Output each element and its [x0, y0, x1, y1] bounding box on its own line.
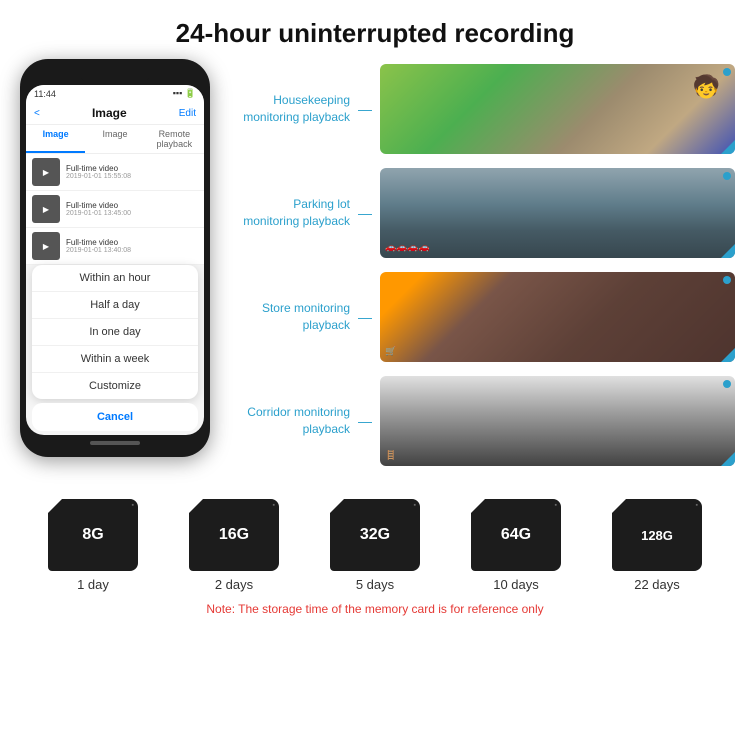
arrow-corridor: — [358, 413, 372, 429]
scenario-corridor: Corridor monitoring playback — 🪜 [230, 371, 735, 471]
signal-icons: ▪▪▪ 🔋 [173, 88, 196, 99]
sd-size-128g: 128G [641, 528, 673, 543]
video-info-2: Full-time video 2019-01-01 13:45:00 [66, 201, 131, 217]
screen-tabs: Image Image Remote playback [26, 125, 204, 154]
scenario-image-store: 🛒 [380, 272, 735, 362]
sd-card-shape-16g: 16G ▪ [189, 499, 279, 571]
sd-days-128g: 22 days [634, 577, 680, 592]
phone-screen: 11:44 ▪▪▪ 🔋 < Image Edit Image Image Rem… [26, 85, 204, 435]
video-label-1: Full-time video [66, 164, 131, 173]
sd-card-shape-8g: 8G ▪ [48, 499, 138, 571]
scenario-housekeeping: Housekeeping monitoring playback — 🧒 [230, 59, 735, 159]
sd-size-64g: 64G [501, 526, 531, 544]
filter-within-week[interactable]: Within a week [32, 346, 198, 373]
back-button[interactable]: < [34, 108, 40, 119]
video-item-1[interactable]: ▶ Full-time video 2019-01-01 15:55:08 [26, 154, 204, 191]
cyan-accent-4 [723, 380, 731, 388]
phone-mockup: 11:44 ▪▪▪ 🔋 < Image Edit Image Image Rem… [10, 59, 220, 489]
page-title: 24-hour uninterrupted recording [20, 18, 730, 49]
filter-half-day[interactable]: Half a day [32, 292, 198, 319]
sd-card-shape-32g: 32G ▪ [330, 499, 420, 571]
video-thumb-3: ▶ [32, 232, 60, 260]
cyan-corner-1 [721, 140, 735, 154]
scenario-store: Store monitoring playback — 🛒 [230, 267, 735, 367]
cyan-accent-3 [723, 276, 731, 284]
sd-days-16g: 2 days [215, 577, 253, 592]
video-info-3: Full-time video 2019-01-01 13:40:08 [66, 238, 131, 254]
sd-size-16g: 16G [219, 526, 249, 544]
page-header: 24-hour uninterrupted recording [0, 0, 750, 59]
cyan-corner-4 [721, 452, 735, 466]
scenario-image-parking: 🚗🚗🚗🚗 [380, 168, 735, 258]
arrow-store: — [358, 309, 372, 325]
sd-card-shape-128g: 128G ▪ [612, 499, 702, 571]
sd-size-8g: 8G [82, 526, 103, 544]
storage-note: Note: The storage time of the memory car… [15, 602, 735, 616]
video-thumb-1: ▶ [32, 158, 60, 186]
sd-card-128g: 128G ▪ 22 days [612, 499, 702, 592]
sd-card-16g: 16G ▪ 2 days [189, 499, 279, 592]
sd-card-64g: 64G ▪ 10 days [471, 499, 561, 592]
sd-days-64g: 10 days [493, 577, 539, 592]
sd-cards-row: 8G ▪ 1 day 16G ▪ 2 days 32G ▪ 5 days 64G [15, 499, 735, 592]
sd-card-32g: 32G ▪ 5 days [330, 499, 420, 592]
scenario-image-corridor: 🪜 [380, 376, 735, 466]
video-item-3[interactable]: ▶ Full-time video 2019-01-01 13:40:08 [26, 228, 204, 265]
tab-image2[interactable]: Image [85, 125, 144, 153]
video-item-2[interactable]: ▶ Full-time video 2019-01-01 13:45:00 [26, 191, 204, 228]
filter-cancel[interactable]: Cancel [32, 403, 198, 431]
middle-section: 11:44 ▪▪▪ 🔋 < Image Edit Image Image Rem… [0, 59, 750, 489]
sd-size-32g: 32G [360, 526, 390, 544]
scenario-panel: Housekeeping monitoring playback — 🧒 Par… [220, 59, 740, 489]
video-time-2: 2019-01-01 13:45:00 [66, 210, 131, 217]
cyan-corner-2 [721, 244, 735, 258]
cyan-accent-1 [723, 68, 731, 76]
tab-image[interactable]: Image [26, 125, 85, 153]
scenario-image-housekeeping: 🧒 [380, 64, 735, 154]
video-thumb-2: ▶ [32, 195, 60, 223]
arrow-housekeeping: — [358, 101, 372, 117]
filter-one-day[interactable]: In one day [32, 319, 198, 346]
filter-customize[interactable]: Customize [32, 373, 198, 399]
sd-days-8g: 1 day [77, 577, 109, 592]
scenario-label-parking: Parking lot monitoring playback [230, 196, 350, 230]
scenario-label-corridor: Corridor monitoring playback [230, 404, 350, 438]
sd-card-shape-64g: 64G ▪ [471, 499, 561, 571]
video-label-3: Full-time video [66, 238, 131, 247]
video-label-2: Full-time video [66, 201, 131, 210]
phone-body: 11:44 ▪▪▪ 🔋 < Image Edit Image Image Rem… [20, 59, 210, 457]
phone-home-bar [90, 441, 140, 445]
sd-card-8g: 8G ▪ 1 day [48, 499, 138, 592]
scenario-parking: Parking lot monitoring playback — 🚗🚗🚗🚗 [230, 163, 735, 263]
bottom-section: 8G ▪ 1 day 16G ▪ 2 days 32G ▪ 5 days 64G [0, 489, 750, 616]
video-time-3: 2019-01-01 13:40:08 [66, 247, 131, 254]
tab-remote-playback[interactable]: Remote playback [145, 125, 204, 153]
edit-button[interactable]: Edit [179, 108, 196, 119]
screen-title: Image [92, 106, 127, 120]
phone-notch [80, 69, 150, 83]
video-time-1: 2019-01-01 15:55:08 [66, 173, 131, 180]
screen-topbar: < Image Edit [26, 102, 204, 125]
video-info-1: Full-time video 2019-01-01 15:55:08 [66, 164, 131, 180]
time-filter-dropdown: Within an hour Half a day In one day Wit… [32, 265, 198, 399]
filter-within-hour[interactable]: Within an hour [32, 265, 198, 292]
scenario-label-store: Store monitoring playback [230, 300, 350, 334]
scenario-label-housekeeping: Housekeeping monitoring playback [230, 92, 350, 126]
status-bar: 11:44 ▪▪▪ 🔋 [26, 85, 204, 102]
arrow-parking: — [358, 205, 372, 221]
time-display: 11:44 [34, 89, 56, 99]
sd-days-32g: 5 days [356, 577, 394, 592]
cyan-accent-2 [723, 172, 731, 180]
cyan-corner-3 [721, 348, 735, 362]
